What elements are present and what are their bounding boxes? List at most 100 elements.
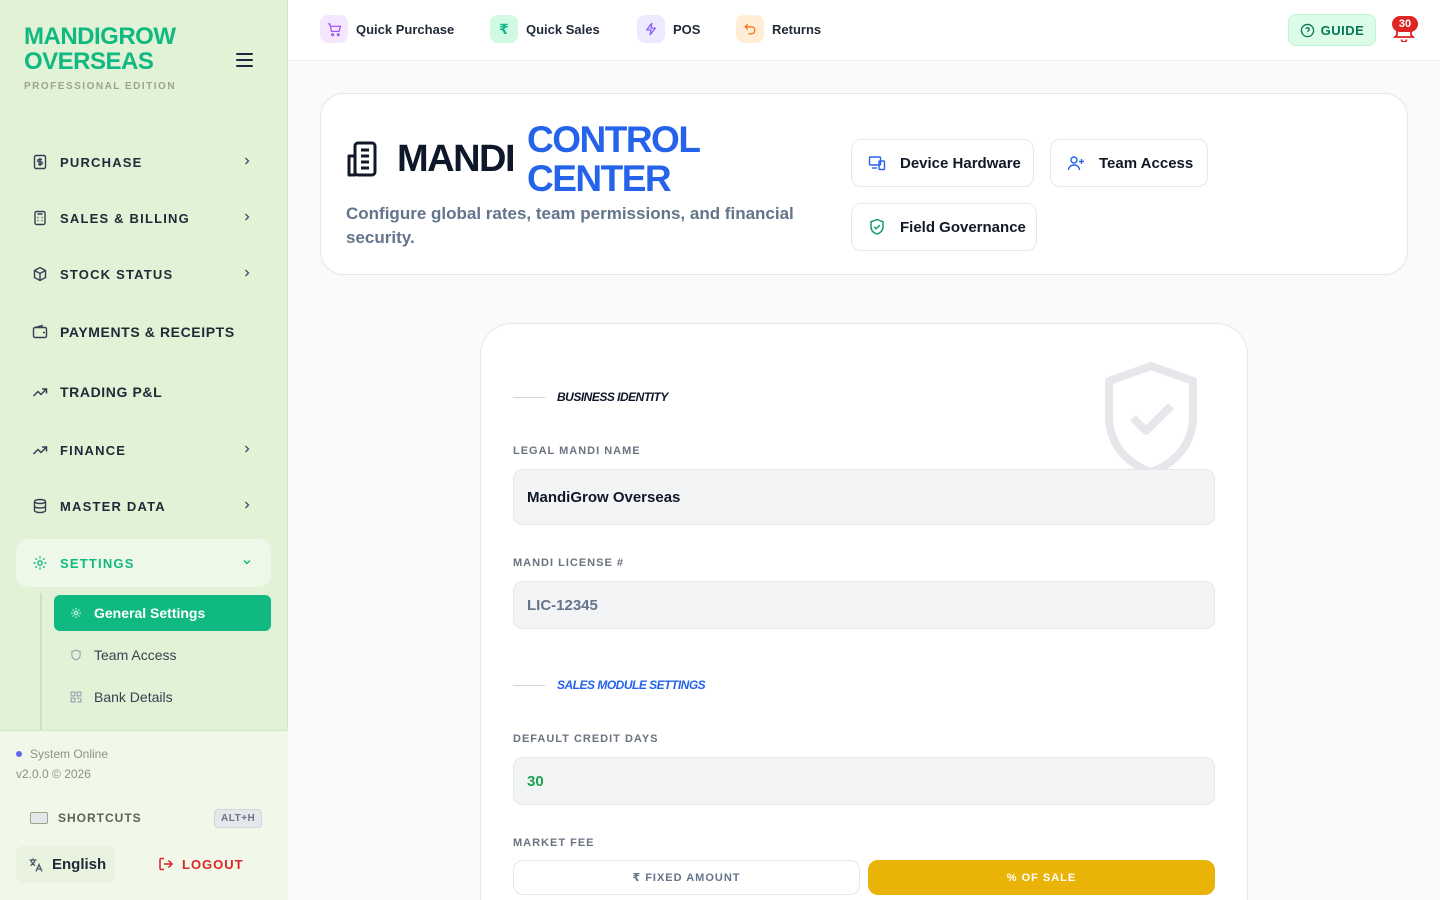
brand-line-2: OVERSEAS	[24, 48, 154, 75]
section-title: SALES MODULE SETTINGS	[557, 678, 706, 692]
sidebar-subitem-team-access[interactable]: Team Access	[54, 637, 271, 673]
section-header-sales-module: SALES MODULE SETTINGS	[513, 678, 706, 692]
sidebar-item-label: SALES & BILLING	[60, 210, 190, 226]
chevron-right-icon	[245, 445, 250, 453]
returns-button[interactable]: Returns	[736, 15, 821, 43]
sidebar-item-label: FINANCE	[60, 442, 127, 458]
status-dot-icon	[16, 751, 22, 757]
page-subtitle: Configure global rates, team permissions…	[346, 204, 794, 247]
box-icon	[32, 266, 48, 282]
menu-toggle-icon[interactable]	[236, 53, 253, 67]
chevron-right-icon	[245, 213, 250, 221]
devices-icon	[868, 154, 886, 172]
sidebar-subitem-label: General Settings	[94, 605, 206, 621]
control-center-header: MANDI CONTROL CENTER Configure global ra…	[320, 93, 1408, 275]
gear-icon	[32, 555, 48, 571]
shield-icon	[70, 649, 82, 661]
sidebar-item-label: TRADING P&L	[60, 384, 163, 400]
section-title: BUSINESS IDENTITY	[557, 390, 668, 404]
page-title: MANDI	[397, 138, 516, 180]
sidebar-subitem-bank-details[interactable]: Bank Details	[54, 679, 271, 715]
language-label: English	[52, 856, 107, 873]
sidebar: MANDIGROW OVERSEAS PROFESSIONAL EDITION …	[0, 0, 288, 900]
sidebar-item-label: STOCK STATUS	[60, 266, 174, 282]
brand-logo[interactable]: MANDIGROW OVERSEAS	[24, 23, 176, 75]
top-bar: Quick Purchase ₹ Quick Sales POS Returns…	[288, 0, 1440, 61]
version-text: v2.0.0 © 2026	[16, 767, 91, 781]
sidebar-item-finance[interactable]: FINANCE	[16, 426, 271, 474]
cart-icon	[320, 15, 348, 43]
calculator-icon	[32, 210, 48, 226]
device-hardware-button[interactable]: Device Hardware	[851, 139, 1034, 187]
page-title-highlight-line-2: CENTER	[527, 158, 672, 199]
page-title-highlight-line-1: CONTROL	[527, 119, 701, 160]
license-input[interactable]: LIC-12345	[513, 581, 1215, 629]
logout-button[interactable]: LOGOUT	[158, 856, 244, 872]
section-divider	[513, 396, 545, 398]
guide-button[interactable]: GUIDE	[1288, 14, 1376, 46]
chevron-down-icon	[243, 560, 251, 565]
system-status: System Online	[16, 747, 108, 761]
building-icon	[347, 141, 377, 177]
field-governance-button[interactable]: Field Governance	[851, 203, 1037, 251]
chevron-right-icon	[245, 501, 250, 509]
sidebar-item-master-data[interactable]: MASTER DATA	[16, 482, 271, 530]
receipt-icon	[32, 154, 48, 170]
guide-label: GUIDE	[1320, 22, 1365, 38]
shield-check-icon	[1105, 362, 1197, 476]
market-fee-fixed-option[interactable]: ₹ FIXED AMOUNT	[513, 860, 860, 895]
app-root: MANDIGROW OVERSEAS PROFESSIONAL EDITION …	[0, 0, 1440, 900]
sidebar-item-trading-pl[interactable]: TRADING P&L	[16, 368, 271, 416]
market-fee-label: MARKET FEE	[513, 837, 595, 849]
sidebar-item-label: MASTER DATA	[60, 498, 166, 514]
shortcuts-button[interactable]: SHORTCUTS	[30, 811, 142, 825]
sidebar-subitem-general-settings[interactable]: General Settings	[54, 595, 271, 631]
sidebar-item-label: PURCHASE	[60, 154, 143, 170]
market-fee-percent-option[interactable]: % OF SALE	[868, 860, 1215, 895]
language-selector[interactable]: English	[16, 846, 115, 883]
quick-action-label: Quick Sales	[526, 21, 600, 37]
translate-icon	[29, 858, 43, 872]
team-access-button[interactable]: Team Access	[1050, 139, 1208, 187]
section-divider	[513, 684, 545, 686]
database-icon	[32, 498, 48, 514]
brand-line-1: MANDIGROW	[24, 23, 176, 50]
license-label: MANDI LICENSE #	[513, 557, 624, 569]
page-title-highlight: CONTROL CENTER	[527, 119, 701, 199]
chevron-right-icon	[245, 157, 250, 165]
wallet-icon	[32, 324, 48, 340]
header-button-label: Team Access	[1099, 154, 1194, 172]
sidebar-item-purchase[interactable]: PURCHASE	[16, 138, 271, 186]
legal-name-input[interactable]: MandiGrow Overseas	[513, 469, 1215, 525]
quick-sales-button[interactable]: ₹ Quick Sales	[490, 15, 600, 43]
qr-icon	[70, 691, 82, 703]
shortcuts-label: SHORTCUTS	[58, 811, 142, 825]
keyboard-icon	[30, 812, 48, 824]
user-plus-icon	[1067, 154, 1085, 172]
sidebar-footer: System Online v2.0.0 © 2026 SHORTCUTS AL…	[0, 730, 288, 900]
pos-button[interactable]: POS	[637, 15, 700, 43]
sidebar-subitem-label: Team Access	[94, 647, 177, 663]
sidebar-item-settings[interactable]: SETTINGS	[16, 539, 271, 587]
logout-icon	[159, 857, 174, 871]
sidebar-item-label: SETTINGS	[60, 555, 135, 571]
header-button-label: Device Hardware	[900, 154, 1021, 172]
section-header-business-identity: BUSINESS IDENTITY	[513, 390, 668, 404]
legal-name-label: LEGAL MANDI NAME	[513, 445, 641, 457]
general-settings-form: BUSINESS IDENTITY LEGAL MANDI NAME Mandi…	[480, 323, 1248, 900]
status-text: System Online	[30, 747, 109, 761]
rupee-icon: ₹	[490, 15, 518, 43]
sidebar-item-sales-billing[interactable]: SALES & BILLING	[16, 194, 271, 242]
undo-icon	[736, 15, 764, 43]
sidebar-item-payments-receipts[interactable]: PAYMENTS & RECEIPTS	[16, 308, 271, 356]
quick-action-label: POS	[673, 21, 701, 37]
zap-icon	[637, 15, 665, 43]
submenu-guide-line	[40, 593, 42, 730]
shortcut-key-badge: ALT+H	[214, 809, 263, 828]
quick-purchase-button[interactable]: Quick Purchase	[320, 15, 454, 43]
sidebar-item-label: PAYMENTS & RECEIPTS	[60, 324, 235, 340]
edition-label: PROFESSIONAL EDITION	[24, 81, 177, 92]
sidebar-item-stock-status[interactable]: STOCK STATUS	[16, 250, 271, 298]
credit-days-input[interactable]: 30	[513, 757, 1215, 805]
quick-action-label: Quick Purchase	[356, 21, 455, 37]
